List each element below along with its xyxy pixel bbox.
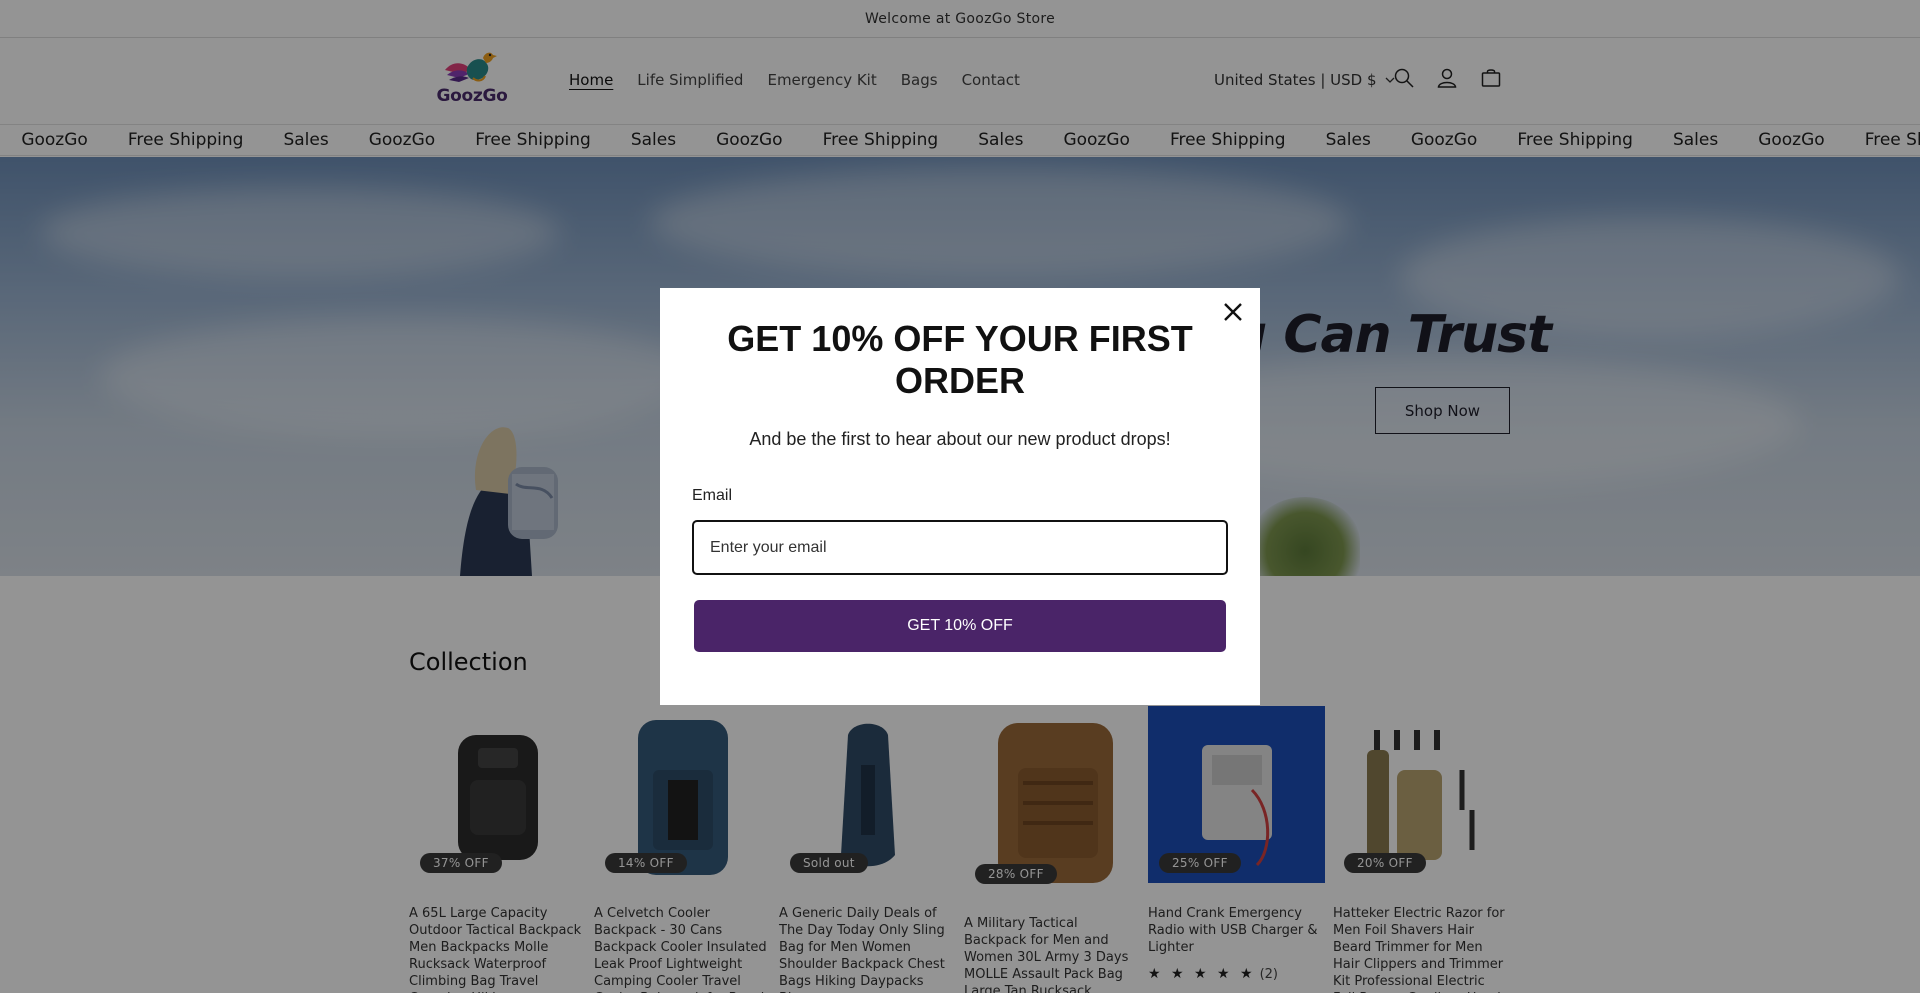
email-label: Email (692, 487, 733, 504)
email-field[interactable] (692, 520, 1228, 575)
get-discount-button[interactable]: GET 10% OFF (694, 600, 1226, 652)
discount-popup: GET 10% OFF YOUR FIRST ORDER And be the … (660, 288, 1260, 705)
popup-title: GET 10% OFF YOUR FIRST ORDER (727, 318, 1193, 401)
popup-subtitle: And be the first to hear about our new p… (749, 429, 1171, 449)
